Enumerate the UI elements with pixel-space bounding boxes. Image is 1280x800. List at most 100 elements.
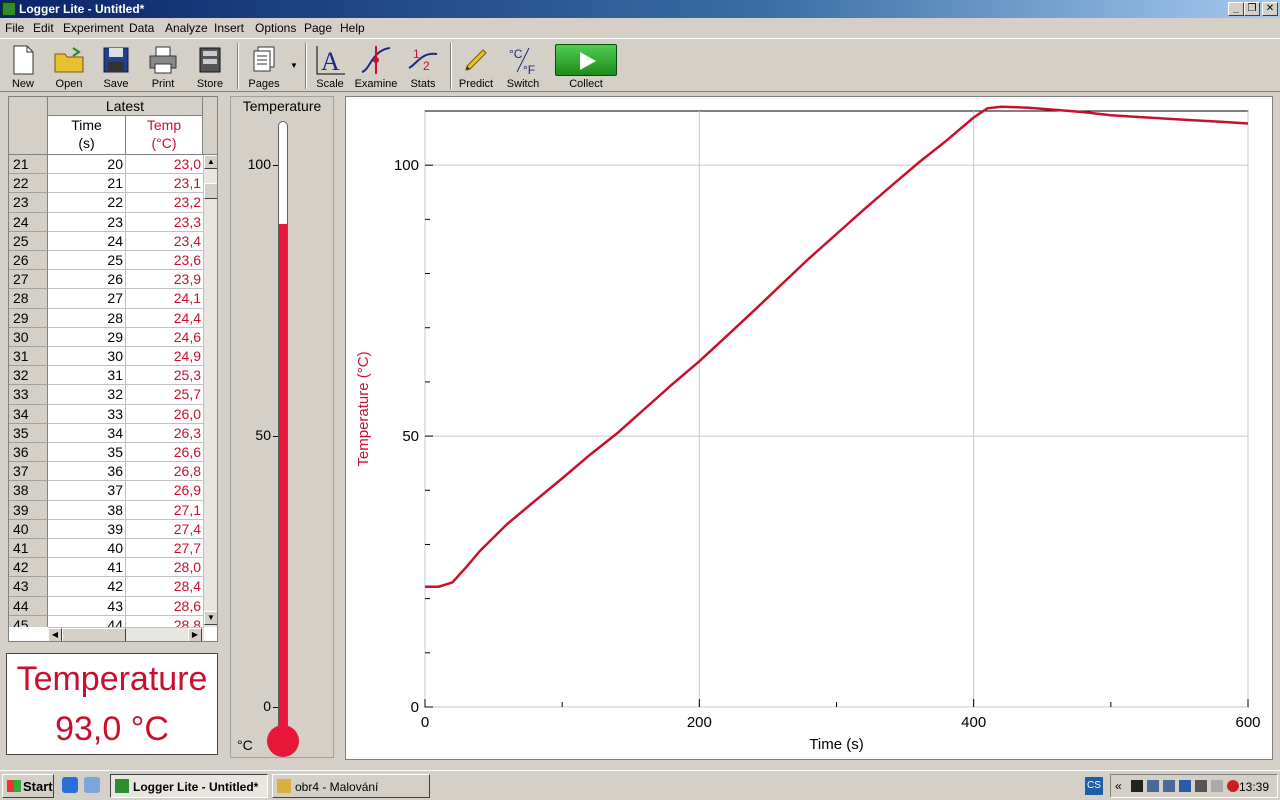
task-paint[interactable]: obr4 - Malování	[272, 774, 430, 798]
table-row[interactable]: 45 44 28,8	[9, 615, 203, 627]
time-cell[interactable]: 26	[48, 270, 126, 290]
time-cell[interactable]: 23	[48, 212, 126, 232]
temperature-cell[interactable]: 25,7	[126, 385, 203, 405]
minimize-button[interactable]: _	[1228, 2, 1244, 16]
menu-page[interactable]: Page	[304, 21, 332, 35]
time-cell[interactable]: 38	[48, 500, 126, 520]
time-cell[interactable]: 24	[48, 231, 126, 251]
scale-button[interactable]: A Scale	[307, 41, 353, 91]
temperature-cell[interactable]: 24,6	[126, 328, 203, 347]
hscroll-thumb[interactable]	[62, 628, 126, 641]
pages-dropdown-icon[interactable]: ▼	[290, 61, 298, 70]
switch-units-button[interactable]: °C °F Switch	[500, 41, 546, 91]
thermometer-panel[interactable]: Temperature 100 50 0 °C	[230, 96, 334, 758]
table-row[interactable]: 34 33 26,0	[9, 404, 203, 424]
collect-button[interactable]: Collect	[553, 41, 619, 91]
temperature-cell[interactable]: 26,8	[126, 462, 203, 482]
menu-analyze[interactable]: Analyze	[165, 21, 208, 35]
time-column-header[interactable]: Time (s)	[48, 116, 126, 155]
save-button[interactable]: Save	[93, 41, 139, 91]
time-cell[interactable]: 44	[48, 615, 126, 627]
time-cell[interactable]: 30	[48, 347, 126, 367]
menu-file[interactable]: File	[5, 21, 24, 35]
desktop-quicklaunch-icon[interactable]	[84, 777, 100, 793]
temperature-cell[interactable]: 28,0	[126, 558, 203, 578]
table-row[interactable]: 23 22 23,2	[9, 193, 203, 213]
time-cell[interactable]: 37	[48, 481, 126, 501]
scroll-left-icon[interactable]: ◀	[48, 628, 62, 641]
time-cell[interactable]: 39	[48, 519, 126, 539]
temperature-cell[interactable]: 26,9	[126, 481, 203, 501]
temperature-cell[interactable]: 27,1	[126, 501, 203, 520]
temperature-cell[interactable]: 27,7	[126, 539, 203, 559]
network-icon[interactable]	[1163, 780, 1175, 792]
table-row[interactable]: 25 24 23,4	[9, 231, 203, 251]
temperature-cell[interactable]: 24,9	[126, 347, 203, 367]
temp-column-header[interactable]: Temp (°C)	[126, 116, 203, 155]
new-button[interactable]: New	[0, 41, 46, 91]
scroll-up-icon[interactable]: ▲	[204, 155, 217, 169]
table-row[interactable]: 24 23 23,3	[9, 212, 203, 232]
temperature-cell[interactable]: 23,4	[126, 232, 203, 251]
temperature-cell[interactable]: 24,4	[126, 309, 203, 328]
table-row[interactable]: 43 42 28,4	[9, 577, 203, 597]
time-cell[interactable]: 20	[48, 155, 126, 175]
graph-panel[interactable]: 0 200 400 600 0 50 100 Time (s) Temperature (°C)	[345, 96, 1273, 760]
open-button[interactable]: Open	[46, 41, 92, 91]
stats-button[interactable]: 12 Stats	[400, 41, 446, 91]
temperature-cell[interactable]: 26,3	[126, 424, 203, 443]
time-cell[interactable]: 22	[48, 193, 126, 213]
temperature-cell[interactable]: 28,6	[126, 597, 203, 616]
menu-data[interactable]: Data	[129, 21, 154, 35]
table-row[interactable]: 27 26 23,9	[9, 270, 203, 290]
examine-button[interactable]: Examine	[353, 41, 399, 91]
predict-button[interactable]: Predict	[453, 41, 499, 91]
scroll-right-icon[interactable]: ▶	[188, 628, 202, 641]
temperature-cell[interactable]: 23,3	[126, 213, 203, 232]
temperature-cell[interactable]: 27,4	[126, 520, 203, 539]
temperature-cell[interactable]: 25,3	[126, 366, 203, 386]
store-button[interactable]: Store	[187, 41, 233, 91]
scroll-thumb[interactable]	[204, 183, 217, 199]
table-row[interactable]: 29 28 24,4	[9, 308, 203, 328]
table-row[interactable]: 38 37 26,9	[9, 481, 203, 501]
temperature-cell[interactable]: 23,2	[126, 193, 203, 213]
time-cell[interactable]: 25	[48, 251, 126, 271]
table-row[interactable]: 31 30 24,9	[9, 347, 203, 367]
temperature-cell[interactable]: 23,0	[126, 155, 203, 175]
tray-expand-icon[interactable]: «	[1115, 779, 1122, 793]
browser-quicklaunch-icon[interactable]	[62, 777, 78, 793]
time-cell[interactable]: 27	[48, 289, 126, 309]
time-cell[interactable]: 41	[48, 558, 126, 578]
time-cell[interactable]: 34	[48, 423, 126, 443]
table-row[interactable]: 32 31 25,3	[9, 366, 203, 386]
time-cell[interactable]: 31	[48, 366, 126, 386]
table-row[interactable]: 35 34 26,3	[9, 423, 203, 443]
digital-meter[interactable]: Temperature 93,0 °C	[6, 653, 218, 755]
table-row[interactable]: 36 35 26,6	[9, 443, 203, 463]
close-button[interactable]: ✕	[1262, 2, 1278, 16]
table-row[interactable]: 33 32 25,7	[9, 385, 203, 405]
time-cell[interactable]: 43	[48, 596, 126, 616]
start-button[interactable]: Start	[2, 774, 54, 798]
tray-app-icon[interactable]	[1179, 780, 1191, 792]
pages-button[interactable]: Pages	[241, 41, 287, 91]
time-cell[interactable]: 29	[48, 327, 126, 347]
scroll-down-icon[interactable]: ▼	[204, 611, 217, 625]
menu-experiment[interactable]: Experiment	[63, 21, 124, 35]
table-row[interactable]: 30 29 24,6	[9, 327, 203, 347]
table-row[interactable]: 40 39 27,4	[9, 519, 203, 539]
temperature-graph[interactable]: 0 200 400 600 0 50 100 Time (s) Temperature (°C)	[346, 97, 1272, 759]
table-row[interactable]: 21 20 23,0	[9, 155, 203, 175]
menu-edit[interactable]: Edit	[33, 21, 54, 35]
table-row[interactable]: 41 40 27,7	[9, 539, 203, 559]
temperature-cell[interactable]: 26,6	[126, 443, 203, 463]
monitor-icon[interactable]	[1195, 780, 1207, 792]
table-row[interactable]: 26 25 23,6	[9, 251, 203, 271]
time-cell[interactable]: 40	[48, 539, 126, 559]
network-icon[interactable]	[1147, 780, 1159, 792]
table-row[interactable]: 44 43 28,6	[9, 596, 203, 616]
temperature-cell[interactable]: 24,1	[126, 289, 203, 309]
table-row[interactable]: 42 41 28,0	[9, 558, 203, 578]
temperature-cell[interactable]: 23,1	[126, 174, 203, 194]
